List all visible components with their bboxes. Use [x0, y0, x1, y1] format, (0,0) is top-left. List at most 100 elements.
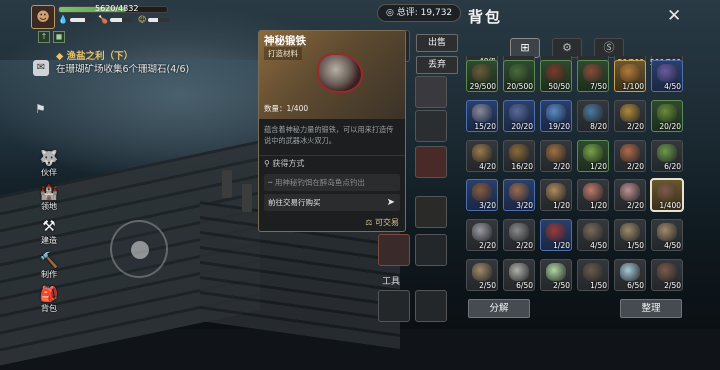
inventory-slot[interactable]: 4/50 — [577, 219, 609, 252]
source-trade-link[interactable]: 前往交易行购买 ➤ — [264, 194, 400, 211]
item-icon — [583, 263, 603, 282]
inventory-slot[interactable]: 2/20 — [614, 99, 646, 132]
player-avatar[interactable]: ☻ — [31, 5, 55, 29]
inventory-slot[interactable]: 2/20 — [614, 139, 646, 172]
item-icon — [620, 103, 640, 122]
inventory-slot-selected[interactable]: 1/400 — [650, 178, 684, 213]
slot-count: 20/20 — [511, 121, 533, 131]
inventory-slot[interactable]: 1/20 — [540, 219, 572, 252]
quest-tracker[interactable]: ◆ 渔盐之利（下） 在珊瑚矿场收集6个珊瑚石(4/6) — [56, 50, 226, 76]
inventory-slot[interactable]: 3/20 — [466, 179, 498, 212]
discard-button[interactable]: 丢弃 — [416, 56, 458, 74]
nav-craft[interactable]: 🔨 制作 — [40, 252, 59, 280]
dock-post — [242, 184, 252, 212]
inventory-slot[interactable]: 6/50 — [503, 259, 535, 292]
inventory-slot[interactable]: 6/20 — [651, 139, 683, 172]
slot-count: 2/50 — [479, 281, 496, 291]
inventory-slot[interactable]: 2/50 — [651, 259, 683, 292]
slot-count: 16/20 — [511, 161, 533, 171]
inventory-slot[interactable]: 50/50 — [540, 60, 572, 92]
nav-backpack[interactable]: 🎒 背包 — [40, 286, 59, 314]
quest-scroll-icon[interactable]: ✉ — [33, 60, 49, 76]
item-slot[interactable] — [415, 146, 447, 178]
inventory-slot[interactable]: 4/50 — [651, 219, 683, 252]
item-icon — [657, 143, 677, 162]
slot-count: 20/500 — [506, 82, 533, 91]
item-icon — [583, 223, 603, 242]
backpack-tabs: ⊞ ⚙ Ⓢ — [510, 38, 624, 58]
item-icon — [620, 183, 640, 202]
slot-count: 3/20 — [516, 201, 533, 211]
tab-currency[interactable]: Ⓢ — [594, 38, 624, 58]
inventory-slot[interactable]: 19/20 — [540, 99, 572, 132]
pickaxe-slot[interactable] — [415, 196, 447, 228]
inventory-slot[interactable]: 3/20 — [503, 179, 535, 212]
slot-count: 1/50 — [590, 281, 607, 291]
tradable-label: ⚖ 可交易 — [365, 217, 399, 228]
inventory-slot[interactable]: 2/20 — [466, 219, 498, 252]
buff-up-icon[interactable]: ↑ — [38, 31, 50, 43]
slot-count: 1/20 — [553, 241, 570, 251]
tab-equipment[interactable]: ⚙ — [552, 38, 582, 58]
inventory-slot[interactable]: 6/50 — [614, 259, 646, 292]
virtual-joystick[interactable] — [110, 220, 168, 278]
weapon-slot[interactable] — [415, 234, 447, 266]
item-category: 打造材料 — [264, 47, 302, 60]
item-quantity: 数量：1/400 — [264, 104, 309, 113]
nav-territory[interactable]: 🏰 领地 — [40, 184, 59, 212]
slot-count: 2/20 — [627, 121, 644, 131]
slot-count: 19/20 — [548, 121, 570, 131]
tab-all[interactable]: ⊞ — [510, 38, 540, 58]
slot-count: 1/400 — [659, 201, 681, 211]
inventory-slot[interactable]: 4/20 — [466, 139, 498, 172]
inventory-slot[interactable]: 4/50 — [651, 60, 683, 92]
axe-slot[interactable] — [378, 290, 410, 322]
scale-icon: ⚖ — [365, 218, 373, 227]
nav-build[interactable]: ⚒ 建造 — [41, 218, 57, 246]
inventory-slot[interactable]: 1/100 — [614, 60, 646, 92]
slot-count: 1/100 — [622, 82, 644, 91]
inventory-slot[interactable]: 2/50 — [466, 259, 498, 292]
inventory-slot[interactable]: 15/20 — [466, 99, 498, 132]
inventory-slot[interactable]: 1/20 — [577, 179, 609, 212]
inventory-slot[interactable]: 29/500 — [466, 60, 498, 92]
inventory-slot[interactable]: 2/20 — [503, 219, 535, 252]
slot-count: 4/50 — [664, 82, 681, 91]
health-text: 5620/4832 — [95, 4, 139, 13]
close-icon[interactable]: ✕ — [667, 6, 681, 26]
sell-button[interactable]: 出售 — [416, 34, 458, 52]
inventory-slot[interactable]: 2/50 — [540, 259, 572, 292]
inventory-slot[interactable]: 2/20 — [540, 139, 572, 172]
inventory-slot[interactable]: 8/20 — [577, 99, 609, 132]
pickaxe-slot[interactable] — [415, 290, 447, 322]
buff-icon[interactable]: ◼ — [53, 31, 65, 43]
inventory-slot[interactable]: 2/20 — [614, 179, 646, 212]
nav-partner[interactable]: 🐺 伙伴 — [40, 150, 59, 178]
inventory-slot[interactable]: 1/50 — [577, 259, 609, 292]
food-icon: 🍗 — [97, 15, 108, 24]
inventory-slot[interactable]: 20/20 — [503, 99, 535, 132]
weapon-slot[interactable] — [378, 234, 410, 266]
item-slot[interactable] — [415, 110, 447, 142]
item-icon — [509, 103, 529, 122]
item-icon — [509, 64, 529, 82]
sort-button[interactable]: 整理 — [620, 299, 682, 318]
score-label: 总评 — [396, 8, 415, 18]
inventory-slot[interactable]: 16/20 — [503, 139, 535, 172]
inventory-slot[interactable]: 1/50 — [614, 219, 646, 252]
flag-icon[interactable]: ⚑ — [35, 102, 46, 116]
item-slot[interactable] — [415, 76, 447, 108]
split-button[interactable]: 分解 — [468, 299, 530, 318]
quest-diamond-icon: ◆ — [56, 51, 64, 62]
inventory-slot[interactable]: 20/20 — [651, 99, 683, 132]
inventory-slot[interactable]: 20/500 — [503, 60, 535, 92]
hammer-icon: ⚒ — [42, 217, 56, 235]
backpack-title: 背包 — [468, 8, 503, 26]
inventory-slot[interactable]: 1/20 — [540, 179, 572, 212]
castle-icon: 🏰 — [39, 183, 59, 201]
slot-count: 15/20 — [474, 121, 496, 131]
inventory-slot[interactable]: 1/20 — [577, 139, 609, 172]
joystick-knob[interactable] — [131, 241, 149, 259]
nav-label: 建造 — [41, 236, 57, 245]
inventory-slot[interactable]: 7/50 — [577, 60, 609, 92]
